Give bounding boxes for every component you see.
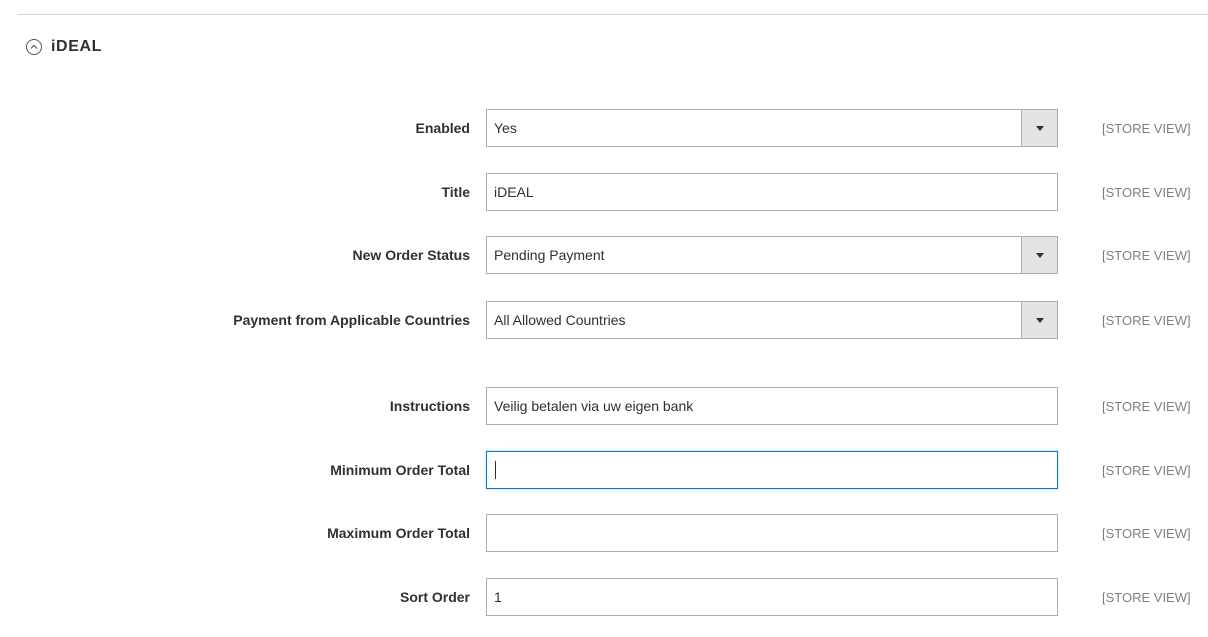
new-order-status-select[interactable]: Pending Payment bbox=[486, 236, 1058, 274]
enabled-label: Enabled bbox=[415, 120, 470, 136]
payment-countries-value: All Allowed Countries bbox=[494, 312, 626, 328]
field-row-max-order-total: Maximum Order Total [STORE VIEW] bbox=[0, 514, 1208, 552]
payment-countries-label: Payment from Applicable Countries bbox=[233, 312, 470, 328]
title-input[interactable]: iDEAL bbox=[486, 173, 1058, 211]
payment-countries-select[interactable]: All Allowed Countries bbox=[486, 301, 1058, 339]
title-input-value: iDEAL bbox=[494, 184, 534, 200]
triangle-down-icon[interactable] bbox=[1021, 110, 1057, 146]
field-row-new-order-status: New Order Status Pending Payment [STORE … bbox=[0, 236, 1208, 274]
sort-order-label: Sort Order bbox=[399, 589, 470, 605]
scope-label: [STORE VIEW] bbox=[1102, 525, 1191, 541]
instructions-value: Veilig betalen via uw eigen bank bbox=[494, 398, 694, 414]
payment-method-config-page: iDEAL Enabled Yes [STORE VIEW] Title iDE… bbox=[0, 0, 1208, 637]
field-row-min-order-total: Minimum Order Total [STORE VIEW] bbox=[0, 451, 1208, 489]
scope-label: [STORE VIEW] bbox=[1102, 184, 1191, 200]
scope-label: [STORE VIEW] bbox=[1102, 120, 1191, 136]
text-cursor bbox=[495, 461, 496, 479]
enabled-select-value: Yes bbox=[494, 120, 517, 136]
field-row-enabled: Enabled Yes [STORE VIEW] bbox=[0, 109, 1208, 147]
section-title: iDEAL bbox=[51, 38, 102, 55]
scope-label: [STORE VIEW] bbox=[1102, 247, 1191, 263]
section-header-ideal[interactable]: iDEAL bbox=[26, 38, 102, 56]
sort-order-value: 1 bbox=[494, 589, 502, 605]
field-row-instructions: Instructions Veilig betalen via uw eigen… bbox=[0, 387, 1208, 425]
scope-label: [STORE VIEW] bbox=[1102, 462, 1191, 478]
enabled-select[interactable]: Yes bbox=[486, 109, 1058, 147]
scope-label: [STORE VIEW] bbox=[1102, 312, 1191, 328]
field-row-title: Title iDEAL [STORE VIEW] bbox=[0, 173, 1208, 211]
min-order-total-label: Minimum Order Total bbox=[330, 462, 470, 478]
title-label: Title bbox=[441, 184, 470, 200]
new-order-status-value: Pending Payment bbox=[494, 247, 605, 263]
triangle-down-icon[interactable] bbox=[1021, 302, 1057, 338]
field-row-sort-order: Sort Order 1 [STORE VIEW] bbox=[0, 578, 1208, 616]
new-order-status-label: New Order Status bbox=[352, 247, 470, 263]
collapse-icon[interactable] bbox=[26, 39, 42, 55]
scope-label: [STORE VIEW] bbox=[1102, 589, 1191, 605]
sort-order-input[interactable]: 1 bbox=[486, 578, 1058, 616]
instructions-label: Instructions bbox=[389, 398, 470, 414]
section-divider bbox=[18, 14, 1208, 15]
field-row-payment-countries: Payment from Applicable Countries All Al… bbox=[0, 301, 1208, 339]
min-order-total-input[interactable] bbox=[486, 451, 1058, 489]
max-order-total-label: Maximum Order Total bbox=[327, 525, 470, 541]
triangle-down-icon[interactable] bbox=[1021, 237, 1057, 273]
scope-label: [STORE VIEW] bbox=[1102, 398, 1191, 414]
max-order-total-input[interactable] bbox=[486, 514, 1058, 552]
instructions-textarea[interactable]: Veilig betalen via uw eigen bank bbox=[486, 387, 1058, 425]
